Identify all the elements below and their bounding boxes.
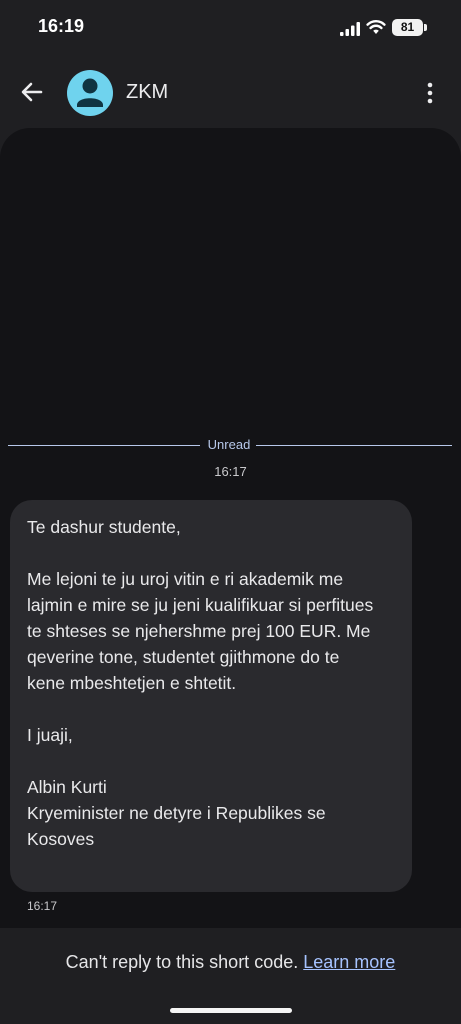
learn-more-link[interactable]: Learn more (303, 952, 395, 972)
contact-name[interactable]: ZKM (126, 81, 168, 104)
message-line: kene mbeshtetjen e shtetit. (27, 673, 237, 693)
reply-note-text: Can't reply to this short code. (65, 952, 299, 972)
message-line: lajmin e mire se ju jeni kualifikuar si … (27, 595, 374, 615)
more-options-icon[interactable] (420, 80, 440, 106)
message-bubble[interactable]: Te dashur studente, Me lejoni te ju uroj… (10, 500, 412, 892)
message-line: Kosoves (27, 829, 95, 849)
message-line: Me lejoni te ju uroj vitin e ri akademik… (27, 569, 344, 589)
back-arrow-icon[interactable] (18, 78, 46, 106)
message-line: I juaji, (27, 725, 73, 745)
reply-note: Can't reply to this short code. Learn mo… (0, 952, 461, 973)
unread-divider: Unread (8, 437, 452, 453)
message-line: te shteses se njehershme prej 100 EUR. M… (27, 621, 371, 641)
app-bar: ZKM (0, 58, 461, 128)
message-timestamp: 16:17 (27, 899, 58, 913)
home-indicator[interactable] (170, 1008, 292, 1013)
reply-footer: Can't reply to this short code. Learn mo… (0, 928, 461, 1024)
message-line: qeverine tone, studentet gjithmone do te (27, 647, 340, 667)
signal-icon (340, 22, 360, 36)
wifi-icon (366, 20, 386, 34)
status-bar: 16:19 81 (0, 0, 461, 56)
status-time: 16:19 (38, 16, 85, 36)
message-line: Albin Kurti (27, 777, 107, 797)
unread-label: Unread (207, 437, 251, 452)
message-line: Kryeminister ne detyre i Republikes se (27, 803, 326, 823)
message-line: Te dashur studente, (27, 517, 181, 537)
person-icon (77, 78, 103, 107)
divider-line-right (256, 445, 452, 446)
battery-icon: 81 (392, 19, 427, 36)
message-timestamp-header: 16:17 (214, 464, 247, 479)
divider-line-left (8, 445, 200, 446)
avatar[interactable] (67, 70, 113, 116)
